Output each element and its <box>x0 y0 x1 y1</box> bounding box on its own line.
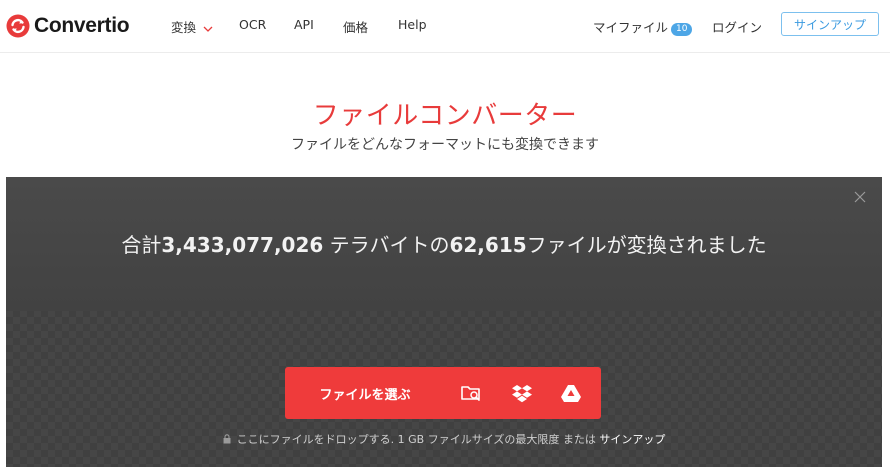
page-subtitle: ファイルをどんなフォーマットにも変換できます <box>291 137 599 153</box>
signup-button[interactable]: サインアップ <box>781 12 879 36</box>
drop-hint-signup-link[interactable]: サインアップ <box>599 433 665 446</box>
dropbox-icon[interactable] <box>511 382 533 404</box>
drop-hint-text: ここにファイルをドロップする. 1 GB ファイルサイズの最大限度 または <box>236 433 600 446</box>
top-header: Convertio 変換 OCR API 価格 Help マイファイル 10 ログ… <box>0 0 890 53</box>
brand-name: Convertio <box>34 14 130 37</box>
page-title: ファイルコンバーター <box>312 101 578 131</box>
nav-api[interactable]: API <box>294 17 314 32</box>
stats-suffix: ファイルが変換されました <box>526 233 767 257</box>
nav-convert[interactable]: 変換 <box>171 17 213 36</box>
close-icon[interactable] <box>854 191 866 203</box>
folder-search-icon[interactable] <box>460 382 482 404</box>
chevron-down-icon <box>203 26 213 32</box>
nav-help[interactable]: Help <box>398 17 427 32</box>
lock-icon <box>223 434 231 444</box>
nav-price[interactable]: 価格 <box>343 17 368 36</box>
stats-middle: テラバイトの <box>323 233 450 257</box>
nav-my-files[interactable]: マイファイル 10 <box>593 17 693 36</box>
conversion-stats: 合計3,433,077,026 テラバイトの62,615ファイルが変換されました <box>6 229 882 258</box>
stats-files: 62,615 <box>449 233 527 257</box>
nav-ocr[interactable]: OCR <box>239 17 266 32</box>
stats-terabytes: 3,433,077,026 <box>161 233 324 257</box>
upload-panel[interactable]: 合計3,433,077,026 テラバイトの62,615ファイルが変換されました… <box>6 177 882 467</box>
nav-login[interactable]: ログイン <box>712 17 762 36</box>
drop-hint: ここにファイルをドロップする. 1 GB ファイルサイズの最大限度 または サイ… <box>6 431 882 447</box>
brand-logo[interactable]: Convertio <box>6 12 130 40</box>
my-files-count-badge: 10 <box>671 23 693 36</box>
stats-prefix: 合計 <box>121 233 162 257</box>
convertio-logo-icon <box>6 14 30 38</box>
choose-files-button[interactable]: ファイルを選ぶ <box>285 367 445 419</box>
nav-convert-label: 変換 <box>171 20 197 35</box>
google-drive-icon[interactable] <box>560 382 582 404</box>
my-files-label: マイファイル <box>593 20 669 35</box>
upload-button-group: ファイルを選ぶ <box>285 367 601 419</box>
